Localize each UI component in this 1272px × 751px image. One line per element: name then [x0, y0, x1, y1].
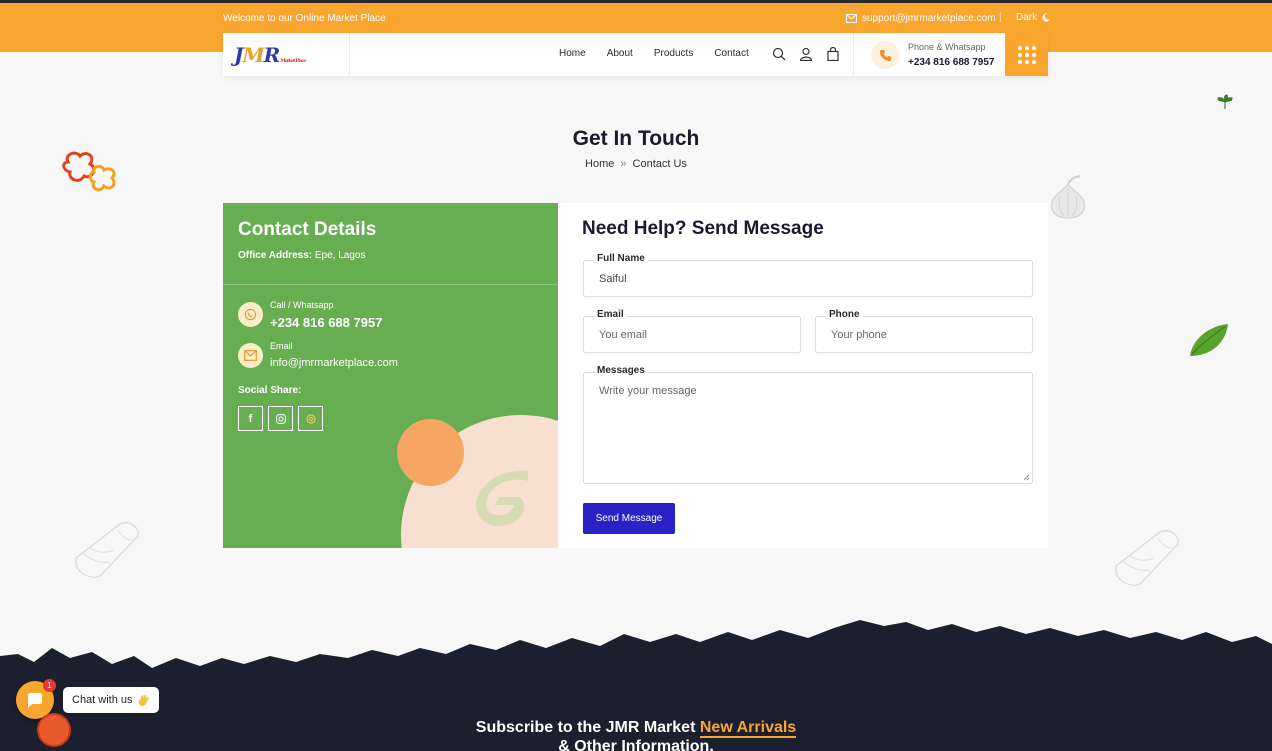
dark-mode-toggle[interactable]: Dark — [1016, 12, 1051, 23]
message-placeholder: Write your message — [599, 385, 697, 397]
facebook-share-button[interactable]: f — [238, 406, 263, 431]
email-address[interactable]: info@jmrmarketplace.com — [270, 357, 398, 369]
mail-icon — [846, 14, 857, 23]
moon-icon — [1042, 13, 1051, 22]
threads-icon — [305, 413, 316, 424]
chat-unread-badge: 1 — [43, 679, 56, 692]
menu-grid-button[interactable] — [1005, 33, 1048, 76]
full-name-label: Full Name — [594, 253, 648, 264]
chat-with-us-bubble[interactable]: Chat with us — [63, 687, 159, 713]
topbar-separator: | — [999, 12, 1002, 23]
email-icon — [238, 343, 263, 368]
nav-home[interactable]: Home — [559, 48, 586, 59]
full-name-value: Saiful — [599, 273, 627, 285]
contact-details-title: Contact Details — [238, 219, 377, 240]
wrap-sketch-right-decoration — [1115, 530, 1179, 586]
orange-circle-decoration — [397, 419, 464, 486]
pepper-rings-decoration — [62, 151, 116, 192]
dark-mode-label: Dark — [1016, 12, 1038, 23]
phone-contact[interactable]: Phone & Whatsapp +234 816 688 7957 — [853, 33, 1005, 76]
wrap-sketch-left-decoration — [75, 522, 139, 578]
call-number[interactable]: +234 816 688 7957 — [270, 315, 382, 330]
site-logo: JMRMarket Place — [234, 42, 306, 67]
herb-decoration — [1217, 94, 1233, 109]
logo-link[interactable]: JMRMarket Place — [223, 33, 350, 76]
contact-divider — [223, 284, 558, 285]
breadcrumb-current: Contact Us — [632, 158, 687, 170]
resize-handle-icon[interactable] — [1023, 474, 1030, 481]
phone-icon — [871, 41, 899, 69]
cart-icon[interactable] — [826, 46, 840, 62]
full-name-field[interactable]: Full Name Saiful — [583, 253, 1033, 297]
email-input[interactable]: Email You email — [583, 309, 801, 353]
nav-menu: Home About Products Contact — [559, 48, 749, 59]
breadcrumb-separator: » — [620, 158, 627, 170]
nav-products[interactable]: Products — [654, 48, 693, 59]
office-address: Office Address: Epe, Lagos — [238, 250, 366, 261]
chat-label: Chat with us — [72, 694, 133, 706]
message-textarea[interactable]: Messages Write your message — [583, 365, 1033, 484]
email-field-label: Email — [594, 309, 627, 320]
page-title: Get In Touch — [572, 127, 700, 150]
call-label: Call / Whatsapp — [270, 300, 334, 310]
breadcrumb: Home » Contact Us — [0, 158, 1272, 170]
subscribe-text: Subscribe to the JMR Market — [475, 719, 696, 736]
search-icon[interactable] — [772, 47, 786, 61]
email-label: Email — [270, 341, 293, 351]
nav-about[interactable]: About — [607, 48, 633, 59]
whatsapp-icon — [238, 302, 263, 327]
instagram-share-button[interactable] — [268, 406, 293, 431]
wave-hand-icon — [138, 694, 149, 706]
phone-input[interactable]: Phone Your phone — [815, 309, 1033, 353]
email-placeholder: You email — [599, 329, 647, 341]
subscribe-subtext: & Other Information. — [558, 738, 714, 751]
send-message-button[interactable]: Send Message — [583, 503, 675, 534]
nav-icons — [772, 46, 840, 62]
leaf-decoration — [1190, 324, 1228, 356]
garlic-decoration — [1050, 175, 1086, 219]
phone-label: Phone & Whatsapp — [908, 42, 986, 52]
brand-leaf-watermark — [476, 470, 528, 527]
nav-contact[interactable]: Contact — [714, 48, 748, 59]
message-field-label: Messages — [594, 365, 648, 376]
support-email[interactable]: support@jmrmarketplace.com — [846, 13, 996, 24]
support-email-text: support@jmrmarketplace.com — [862, 13, 996, 24]
threads-share-button[interactable] — [298, 406, 323, 431]
form-title: Need Help? Send Message — [582, 218, 824, 239]
chat-icon — [28, 692, 42, 708]
phone-field-label: Phone — [826, 309, 863, 320]
social-share-label: Social Share: — [238, 385, 302, 396]
user-icon[interactable] — [799, 47, 813, 62]
phone-placeholder: Your phone — [831, 329, 887, 341]
agent-avatar[interactable] — [37, 713, 71, 747]
welcome-text: Welcome to our Online Market Place — [223, 13, 386, 24]
message-form-card: Need Help? Send Message Full Name Saiful… — [558, 203, 1048, 548]
breadcrumb-home[interactable]: Home — [585, 158, 614, 170]
phone-number: +234 816 688 7957 — [908, 57, 995, 68]
grid-icon — [1017, 45, 1036, 64]
facebook-icon: f — [248, 412, 253, 425]
subscribe-highlight: New Arrivals — [699, 719, 797, 738]
contact-details-card: Contact Details Office Address: Epe, Lag… — [223, 203, 558, 548]
instagram-icon — [275, 413, 286, 424]
subscribe-heading: Subscribe to the JMR Market New Arrivals… — [0, 718, 1272, 751]
main-navbar: JMRMarket Place Home About Products Cont… — [223, 33, 1048, 76]
